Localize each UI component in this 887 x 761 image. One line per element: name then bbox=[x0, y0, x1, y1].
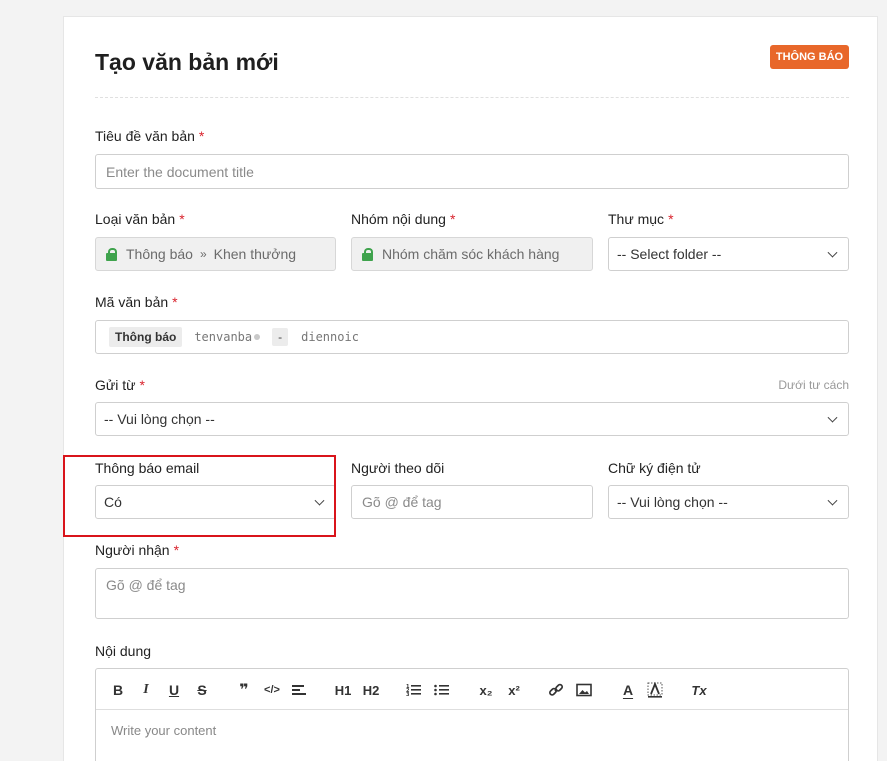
code-part-2[interactable]: diennoic bbox=[301, 330, 359, 344]
ordered-list-button[interactable]: 123 bbox=[405, 679, 423, 701]
doc-code-field[interactable]: Thông báo tenvanba - diennoic bbox=[95, 320, 849, 354]
image-icon bbox=[576, 683, 592, 697]
h2-button[interactable]: H2 bbox=[360, 679, 382, 701]
h1-button[interactable]: H1 bbox=[332, 679, 354, 701]
email-notify-label: Thông báo email bbox=[95, 460, 200, 476]
send-as-hint: Dưới tư cách bbox=[778, 378, 849, 392]
ordered-list-icon: 123 bbox=[406, 684, 421, 697]
editor-placeholder: Write your content bbox=[111, 723, 217, 738]
text-color-button[interactable]: A bbox=[619, 679, 637, 701]
link-icon bbox=[549, 683, 564, 696]
send-from-label: Gửi từ * bbox=[95, 377, 145, 393]
align-left-icon bbox=[292, 685, 306, 695]
strike-button[interactable]: S bbox=[194, 679, 210, 701]
bold-button[interactable]: B bbox=[110, 679, 126, 701]
form-card: Tạo văn bản mới THÔNG BÁO Tiêu đề văn bả… bbox=[63, 16, 878, 761]
align-button[interactable] bbox=[290, 679, 308, 701]
rich-text-editor[interactable]: B I U S ❞ </> H1 H2 123 x₂ x² A Tx Write… bbox=[95, 668, 849, 761]
svg-text:3: 3 bbox=[406, 692, 410, 697]
editor-toolbar: B I U S ❞ </> H1 H2 123 x₂ x² A Tx bbox=[96, 669, 848, 710]
doc-type-field: Thông báo » Khen thưởng bbox=[95, 237, 336, 271]
e-signature-label: Chữ ký điện tử bbox=[608, 460, 701, 476]
doc-code-label: Mã văn bản * bbox=[95, 294, 178, 310]
lock-icon bbox=[106, 247, 117, 261]
content-label: Nội dung bbox=[95, 643, 152, 659]
recipients-input[interactable]: Gõ @ để tag bbox=[95, 568, 849, 619]
type-badge: THÔNG BÁO bbox=[770, 45, 849, 69]
code-part-1[interactable]: tenvanba bbox=[194, 330, 252, 344]
email-notify-select[interactable]: Có bbox=[95, 485, 336, 519]
divider bbox=[95, 97, 849, 98]
recipients-label: Người nhận * bbox=[95, 542, 180, 558]
folder-label: Thư mục * bbox=[608, 211, 674, 227]
subscript-button[interactable]: x₂ bbox=[476, 679, 496, 701]
lock-icon bbox=[362, 247, 373, 261]
superscript-button[interactable]: x² bbox=[504, 679, 524, 701]
italic-button[interactable]: I bbox=[138, 679, 154, 701]
code-prefix-tag: Thông báo bbox=[109, 327, 183, 347]
doc-type-label: Loại văn bản * bbox=[95, 211, 185, 227]
clear-format-button[interactable]: Tx bbox=[690, 679, 708, 701]
bullet-list-icon bbox=[434, 684, 449, 696]
highlight-icon bbox=[647, 682, 663, 698]
followers-label: Người theo dõi bbox=[351, 460, 445, 476]
title-label: Tiêu đề văn bản * bbox=[95, 128, 205, 144]
bullet-list-button[interactable] bbox=[433, 679, 451, 701]
title-input[interactable]: Enter the document title bbox=[95, 154, 849, 189]
folder-select[interactable]: -- Select folder -- bbox=[608, 237, 849, 271]
page-title: Tạo văn bản mới bbox=[95, 49, 279, 75]
dot-icon bbox=[254, 334, 261, 340]
content-group-label: Nhóm nội dung * bbox=[351, 211, 456, 227]
e-signature-select[interactable]: -- Vui lòng chọn -- bbox=[608, 485, 849, 519]
link-button[interactable] bbox=[547, 679, 565, 701]
send-from-select[interactable]: -- Vui lòng chọn -- bbox=[95, 402, 849, 436]
highlight-button[interactable] bbox=[646, 679, 664, 701]
content-group-field: Nhóm chăm sóc khách hàng bbox=[351, 237, 593, 271]
image-button[interactable] bbox=[575, 679, 593, 701]
followers-input[interactable]: Gõ @ để tag bbox=[351, 485, 593, 519]
quote-button[interactable]: ❞ bbox=[235, 679, 253, 701]
code-button[interactable]: </> bbox=[262, 679, 282, 701]
underline-button[interactable]: U bbox=[166, 679, 182, 701]
code-separator: - bbox=[272, 328, 289, 346]
